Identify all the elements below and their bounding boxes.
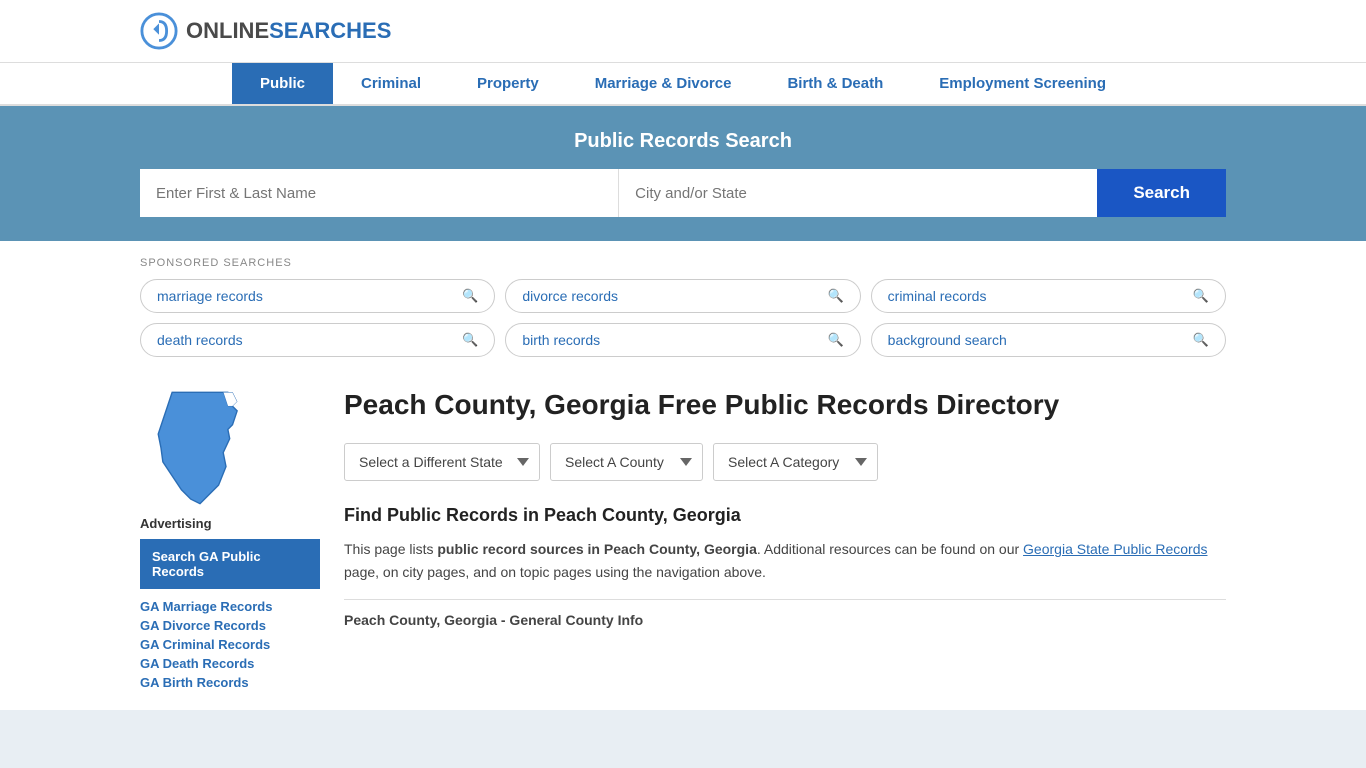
county-section-title: Peach County, Georgia - General County I… [344,599,1226,628]
nav-property[interactable]: Property [449,63,567,104]
search-icon: 🔍 [827,332,843,348]
sponsored-pill-background[interactable]: background search 🔍 [871,323,1226,357]
search-form: Search [140,169,1226,217]
sponsored-pill-birth[interactable]: birth records 🔍 [505,323,860,357]
county-dropdown[interactable]: Select A County [550,443,703,481]
sidebar-ad-box[interactable]: Search GA Public Records [140,539,320,589]
georgia-state-link[interactable]: Georgia State Public Records [1023,541,1207,557]
sidebar-link-marriage[interactable]: GA Marriage Records [140,599,320,614]
sponsored-pill-marriage[interactable]: marriage records 🔍 [140,279,495,313]
search-button[interactable]: Search [1097,169,1226,217]
sponsored-grid: marriage records 🔍 divorce records 🔍 cri… [140,279,1226,357]
find-title: Find Public Records in Peach County, Geo… [344,505,1226,526]
search-icon: 🔍 [827,288,843,304]
sponsored-pill-divorce[interactable]: divorce records 🔍 [505,279,860,313]
search-icon: 🔍 [1193,332,1209,348]
description-text: This page lists public record sources in… [344,538,1226,583]
sidebar-ad-label: Advertising [140,516,320,531]
search-icon: 🔍 [462,288,478,304]
sidebar-link-birth[interactable]: GA Birth Records [140,675,320,690]
nav-employment[interactable]: Employment Screening [911,63,1134,104]
header: ONLINESEARCHES [0,0,1366,63]
logo-icon [140,12,178,50]
location-input[interactable] [619,169,1097,217]
main-nav: Public Criminal Property Marriage & Divo… [0,63,1366,106]
sponsored-label: SPONSORED SEARCHES [140,257,1226,269]
dropdowns-row: Select a Different State Select A County… [344,443,1226,481]
main-content: Advertising Search GA Public Records GA … [0,367,1366,710]
logo-text: ONLINESEARCHES [186,18,391,44]
georgia-map [140,383,260,513]
sidebar-link-criminal[interactable]: GA Criminal Records [140,637,320,652]
search-icon: 🔍 [462,332,478,348]
search-banner: Public Records Search Search [0,106,1366,241]
name-input[interactable] [140,169,619,217]
nav-public[interactable]: Public [232,63,333,104]
sponsored-pill-death[interactable]: death records 🔍 [140,323,495,357]
nav-criminal[interactable]: Criminal [333,63,449,104]
sidebar-link-death[interactable]: GA Death Records [140,656,320,671]
nav-marriage-divorce[interactable]: Marriage & Divorce [567,63,760,104]
search-banner-title: Public Records Search [140,130,1226,153]
category-dropdown[interactable]: Select A Category [713,443,878,481]
nav-birth-death[interactable]: Birth & Death [759,63,911,104]
search-icon: 🔍 [1193,288,1209,304]
logo: ONLINESEARCHES [140,12,391,50]
sponsored-area: SPONSORED SEARCHES marriage records 🔍 di… [0,241,1366,367]
state-dropdown[interactable]: Select a Different State [344,443,540,481]
sponsored-pill-criminal[interactable]: criminal records 🔍 [871,279,1226,313]
page-content: Peach County, Georgia Free Public Record… [344,367,1226,710]
sidebar-link-divorce[interactable]: GA Divorce Records [140,618,320,633]
sidebar: Advertising Search GA Public Records GA … [140,367,320,710]
page-title: Peach County, Georgia Free Public Record… [344,387,1226,423]
